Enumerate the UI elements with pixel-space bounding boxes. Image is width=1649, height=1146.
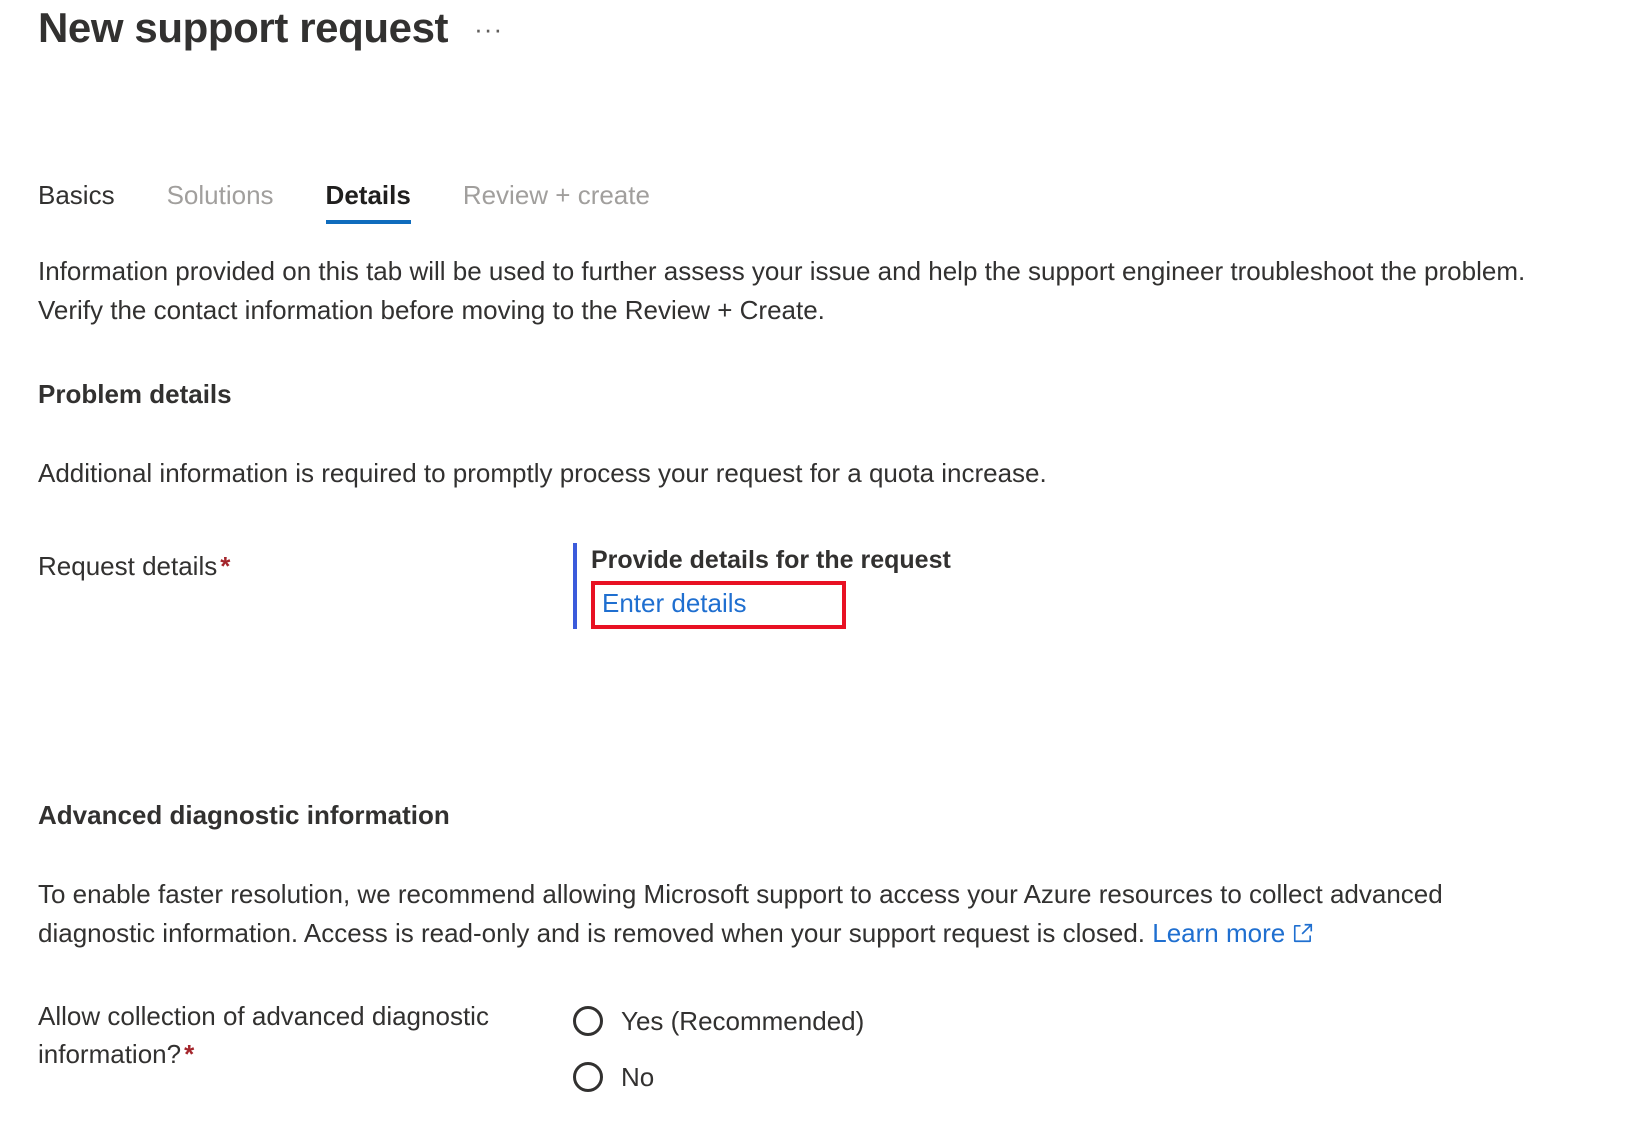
tab-basics[interactable]: Basics xyxy=(38,180,143,224)
radio-option-no[interactable]: No xyxy=(573,1049,864,1105)
page-title: New support request xyxy=(38,4,449,51)
radio-option-yes[interactable]: Yes (Recommended) xyxy=(573,993,864,1049)
required-asterisk: * xyxy=(220,551,231,581)
diagnostic-consent-options: Yes (Recommended) No xyxy=(573,993,864,1105)
advanced-diagnostic-description: To enable faster resolution, we recommen… xyxy=(38,875,1558,955)
request-details-row: Request details * Provide details for the… xyxy=(38,543,1649,629)
advanced-diagnostic-heading: Advanced diagnostic information xyxy=(38,800,450,830)
tab-solutions[interactable]: Solutions xyxy=(167,180,302,224)
required-asterisk-consent: * xyxy=(184,1039,195,1069)
problem-details-description: Additional information is required to pr… xyxy=(38,458,1047,488)
more-options-icon[interactable]: ··· xyxy=(474,2,503,44)
tab-review-create[interactable]: Review + create xyxy=(463,180,678,224)
learn-more-link[interactable]: Learn more xyxy=(1152,918,1314,948)
new-support-request-page: New support request ··· Basics Solutions… xyxy=(0,0,1649,1146)
external-link-icon xyxy=(1292,916,1314,955)
problem-details-heading: Problem details xyxy=(38,379,232,409)
tab-intro-text: Information provided on this tab will be… xyxy=(38,256,1526,325)
radio-label-yes: Yes (Recommended) xyxy=(621,1006,865,1036)
radio-circle-no[interactable] xyxy=(573,1062,603,1092)
diagnostic-consent-label-text: Allow collection of advanced diagnostic … xyxy=(38,1001,489,1069)
wizard-tabs: Basics Solutions Details Review + create xyxy=(38,172,1649,224)
diagnostic-consent-label: Allow collection of advanced diagnostic … xyxy=(38,993,573,1073)
enter-details-highlight: Enter details xyxy=(591,581,846,629)
learn-more-label: Learn more xyxy=(1152,918,1286,948)
request-details-control: Provide details for the request Enter de… xyxy=(573,543,951,629)
page-header: New support request ··· xyxy=(38,0,1649,64)
request-details-control-title: Provide details for the request xyxy=(591,546,951,574)
enter-details-link[interactable]: Enter details xyxy=(602,588,747,618)
radio-label-no: No xyxy=(621,1062,655,1092)
request-details-label-text: Request details xyxy=(38,551,218,581)
request-details-label: Request details * xyxy=(38,543,573,583)
radio-circle-yes[interactable] xyxy=(573,1006,603,1036)
diagnostic-consent-row: Allow collection of advanced diagnostic … xyxy=(38,993,1649,1105)
tab-details[interactable]: Details xyxy=(325,180,439,224)
